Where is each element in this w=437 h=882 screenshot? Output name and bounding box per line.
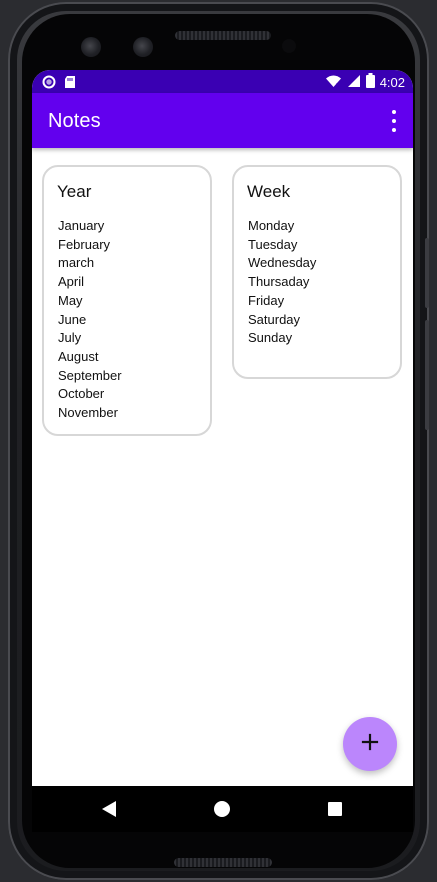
- menu-dot: [392, 110, 396, 114]
- note-line: Wednesday: [248, 255, 317, 271]
- app-screen: 4:02 Notes Year January February march A…: [32, 70, 413, 832]
- battery-icon: [365, 73, 375, 92]
- note-content-list: Monday Tuesday Wednesday Thursaday Frida…: [248, 217, 316, 348]
- note-line: October: [58, 386, 105, 402]
- home-icon[interactable]: [214, 801, 230, 817]
- note-line: July: [58, 330, 82, 346]
- note-line: November: [58, 405, 118, 421]
- more-vertical-icon[interactable]: [389, 110, 399, 132]
- recents-icon[interactable]: [328, 802, 342, 816]
- front-sensor: [282, 39, 296, 53]
- front-camera-left: [81, 37, 101, 57]
- note-line: Friday: [248, 292, 285, 308]
- top-app-bar: Notes: [32, 93, 413, 148]
- plus-icon: [361, 733, 379, 755]
- bottom-speaker: [174, 858, 272, 867]
- status-left-icons: [42, 74, 76, 93]
- note-line: Tuesday: [248, 236, 298, 252]
- note-title: Week: [247, 182, 291, 201]
- note-line: Sunday: [248, 330, 293, 346]
- note-line: June: [58, 311, 87, 327]
- front-camera-right: [133, 37, 153, 57]
- note-line: march: [58, 255, 95, 271]
- menu-dot: [392, 119, 396, 123]
- status-right-icons: 4:02: [325, 73, 405, 92]
- volume-button[interactable]: [425, 320, 429, 430]
- note-line: April: [58, 274, 85, 290]
- note-line: Thursaday: [248, 274, 310, 290]
- app-title: Notes: [48, 110, 101, 132]
- note-title: Year: [57, 182, 92, 201]
- note-line: September: [58, 367, 122, 383]
- power-button[interactable]: [425, 238, 429, 308]
- sd-card-icon: [64, 74, 76, 93]
- note-line: May: [58, 292, 83, 308]
- note-line: Saturday: [248, 311, 301, 327]
- wifi-icon: [325, 74, 342, 92]
- menu-dot: [392, 128, 396, 132]
- cell-signal-icon: [347, 74, 361, 92]
- note-content-list: January February march April May June Ju…: [58, 217, 122, 423]
- top-speaker: [175, 31, 271, 40]
- note-line: Monday: [248, 218, 295, 233]
- back-icon[interactable]: [102, 801, 116, 817]
- note-line: August: [58, 348, 99, 364]
- note-card-year[interactable]: Year January February march April May Ju…: [42, 165, 212, 436]
- add-note-button[interactable]: [343, 717, 397, 771]
- note-line: January: [58, 218, 105, 233]
- status-time: 4:02: [379, 74, 405, 90]
- android-navigation-bar: [32, 786, 413, 832]
- circle-notification-icon: [42, 74, 56, 93]
- note-line: February: [58, 236, 111, 252]
- note-card-week[interactable]: Week Monday Tuesday Wednesday Thursaday …: [232, 165, 402, 379]
- status-bar: 4:02: [32, 70, 413, 93]
